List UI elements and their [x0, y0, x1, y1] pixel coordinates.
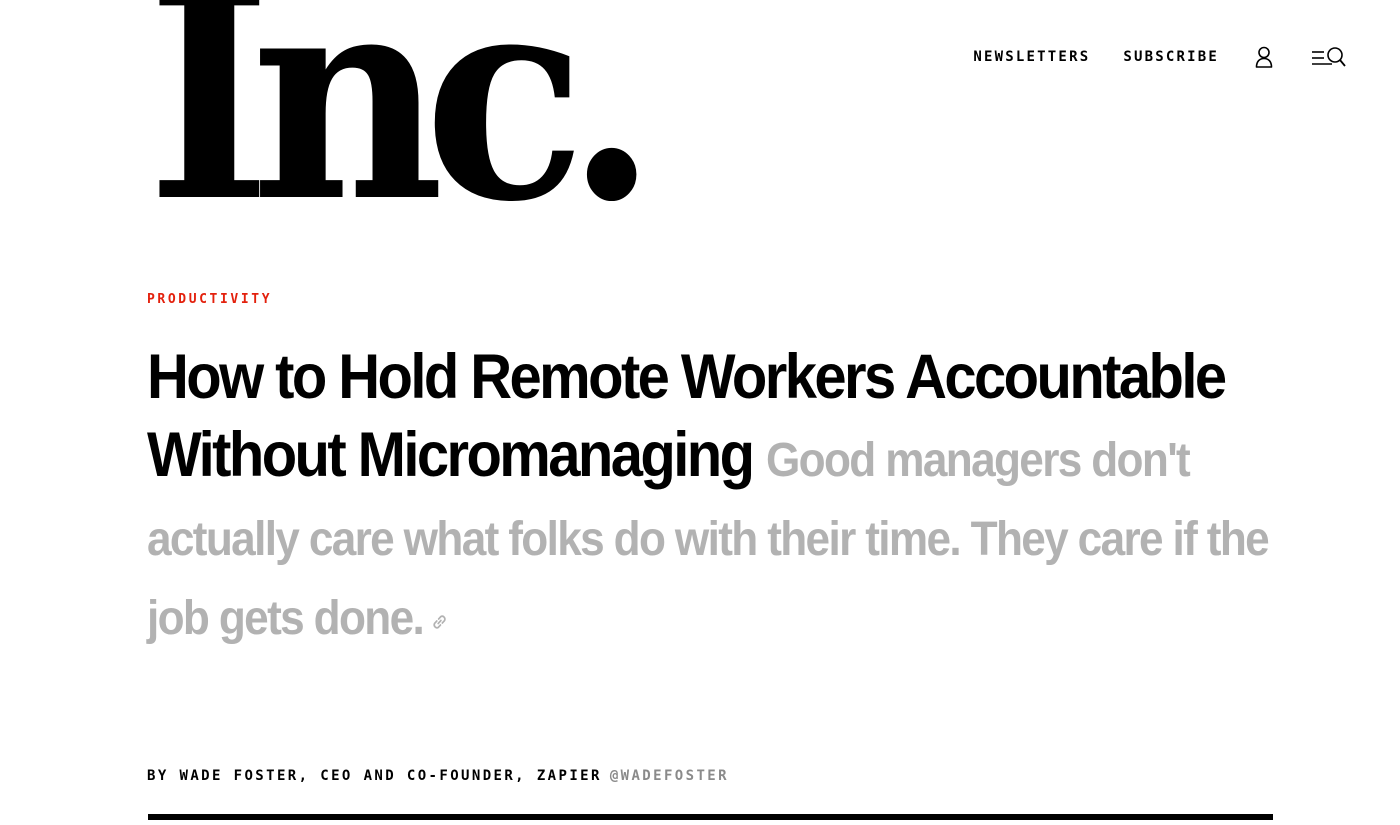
- newsletters-link[interactable]: NEWSLETTERS: [973, 49, 1090, 65]
- menu-search-icon: [1312, 47, 1346, 67]
- top-nav: NEWSLETTERS SUBSCRIBE: [973, 44, 1348, 70]
- byline: BY WADE FOSTER, CEO AND CO-FOUNDER, ZAPI…: [147, 768, 729, 784]
- author-handle-link[interactable]: @WADEFOSTER: [610, 768, 729, 784]
- headline-block: How to Hold Remote Workers Accountable W…: [147, 338, 1282, 653]
- user-account-button[interactable]: [1253, 44, 1275, 70]
- subscribe-link[interactable]: SUBSCRIBE: [1123, 49, 1219, 65]
- user-icon: [1255, 46, 1273, 68]
- logo-wordmark: Inc.: [147, 0, 658, 266]
- category-link[interactable]: PRODUCTIVITY: [147, 292, 272, 307]
- article-headline: How to Hold Remote Workers Accountable W…: [147, 338, 1279, 653]
- menu-search-button[interactable]: [1310, 44, 1348, 70]
- inc-logo[interactable]: Inc.: [147, 0, 797, 266]
- byline-author: BY WADE FOSTER, CEO AND CO-FOUNDER, ZAPI…: [147, 768, 602, 784]
- link-icon[interactable]: [429, 610, 451, 634]
- section-divider: [148, 814, 1273, 820]
